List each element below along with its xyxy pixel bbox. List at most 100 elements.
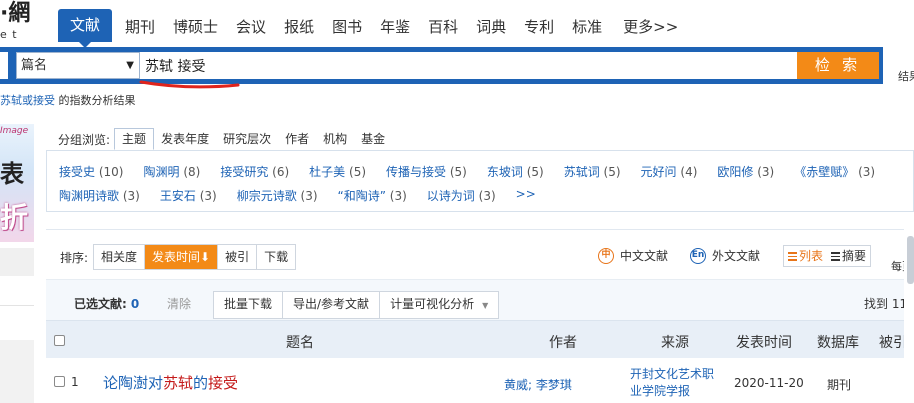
site-logo[interactable]: ·網 e t: [0, 0, 48, 44]
search-input[interactable]: [140, 52, 797, 79]
search-field-select[interactable]: 篇名 ▼: [16, 52, 140, 79]
list-icon: [788, 251, 797, 261]
nav-item-journal[interactable]: 期刊: [116, 12, 164, 42]
group-topics-box: 接受史 (10) 陶渊明 (8) 接受研究 (6) 杜子美 (5) 传播与接受 …: [46, 150, 914, 212]
column-database[interactable]: 数据库: [817, 332, 859, 352]
group-topic-item[interactable]: 欧阳修 (3): [717, 163, 774, 180]
row-source-link[interactable]: 开封文化艺术职 业学院学报: [630, 366, 714, 400]
nav-item-patent[interactable]: 专利: [515, 12, 563, 42]
group-browse-tabs: 分组浏览: 主题 发表年度 研究层次 作者 机构 基金: [58, 128, 392, 150]
chinese-icon: 中: [598, 247, 614, 264]
export-reference-button[interactable]: 导出/参考文献: [283, 292, 381, 318]
batch-buttons: 批量下载 导出/参考文献 计量可视化分析 ▼: [213, 291, 500, 319]
chevron-down-icon: ▼: [482, 301, 489, 310]
list-view-button[interactable]: 列表: [784, 246, 828, 266]
clear-selection-link[interactable]: 清除: [167, 295, 191, 312]
sort-label: 排序:: [60, 251, 89, 265]
abstract-icon: [831, 251, 841, 261]
group-topic-item[interactable]: “和陶诗” (3): [338, 187, 407, 204]
group-topic-item[interactable]: 接受史 (10): [59, 163, 123, 180]
group-topic-item[interactable]: 《赤壁赋》 (3): [794, 163, 875, 180]
sort-desc-icon: ⬇: [200, 250, 211, 264]
logo-text: ·網: [0, 1, 31, 26]
column-date[interactable]: 发表时间: [736, 332, 792, 352]
nav-item-encyclopedia[interactable]: 百科: [419, 12, 467, 42]
index-analysis-link[interactable]: 苏轼或接受 的指数分析结果: [0, 92, 136, 108]
selected-count: 已选文献: 0: [74, 297, 140, 311]
chinese-literature-label: 中文文献: [620, 249, 669, 263]
sort-toolbar: 排序: 相关度 发表时间⬇ 被引 下载 中 中文文献 En 外文文献 列表 摘要…: [46, 230, 914, 280]
row-checkbox[interactable]: [54, 376, 65, 387]
group-tab-level[interactable]: 研究层次: [216, 129, 278, 149]
nav-item-standard[interactable]: 标准: [563, 12, 611, 42]
row-number: 1: [71, 375, 79, 389]
sort-cited-button[interactable]: 被引: [218, 245, 258, 269]
database-nav: 文献 期刊 博硕士 会议 报纸 图书 年鉴 百科 词典 专利 标准 更多>>: [58, 8, 678, 48]
group-topic-row: 接受史 (10) 陶渊明 (8) 接受研究 (6) 杜子美 (5) 传播与接受 …: [59, 163, 895, 180]
row-title-link[interactable]: 论陶澍对苏轼的接受: [103, 372, 238, 393]
sort-download-button[interactable]: 下载: [257, 245, 296, 269]
column-author[interactable]: 作者: [549, 332, 577, 352]
abstract-view-button[interactable]: 摘要: [827, 246, 871, 266]
foreign-literature-button[interactable]: En 外文文献: [690, 247, 760, 264]
group-topic-item[interactable]: 传播与接受 (5): [386, 163, 467, 180]
group-tab-year[interactable]: 发表年度: [154, 129, 216, 149]
search-left-box[interactable]: [0, 52, 8, 79]
nav-item-yearbook[interactable]: 年鉴: [371, 12, 419, 42]
group-browse-label: 分组浏览:: [58, 132, 111, 147]
sort-date-button[interactable]: 发表时间⬇: [145, 245, 219, 269]
group-topic-item[interactable]: 王安石 (3): [160, 187, 217, 204]
column-title[interactable]: 题名: [286, 332, 314, 352]
group-topic-item[interactable]: 陶渊明 (8): [143, 163, 200, 180]
group-topic-item[interactable]: 柳宗元诗歌 (3): [237, 187, 318, 204]
select-all-checkbox[interactable]: [54, 335, 65, 346]
visual-analysis-button[interactable]: 计量可视化分析 ▼: [380, 292, 498, 318]
group-more-link[interactable]: >>: [516, 187, 536, 204]
group-topic-row: 陶渊明诗歌 (3) 王安石 (3) 柳宗元诗歌 (3) “和陶诗” (3) 以诗…: [59, 187, 556, 204]
search-bar: 篇名 ▼ 检 索: [0, 47, 883, 84]
row-authors[interactable]: 黄威; 李梦琪: [504, 376, 572, 393]
row-database: 期刊: [827, 378, 852, 392]
group-topic-item[interactable]: 杜子美 (5): [309, 163, 366, 180]
group-tab-institution[interactable]: 机构: [316, 129, 354, 149]
batch-download-button[interactable]: 批量下载: [214, 292, 284, 318]
nav-more-link[interactable]: 更多>>: [611, 12, 678, 42]
group-topic-item[interactable]: 东坡词 (5): [487, 163, 544, 180]
dropdown-arrow-icon: ▼: [126, 60, 134, 71]
nav-item-conference[interactable]: 会议: [227, 12, 275, 42]
search-field-value: 篇名: [21, 58, 48, 73]
group-topic-item[interactable]: 苏轼词 (5): [564, 163, 621, 180]
banner-char-1: 表: [0, 160, 24, 188]
sort-options: 相关度 发表时间⬇ 被引 下载: [93, 244, 297, 270]
sort-relevance-button[interactable]: 相关度: [94, 245, 146, 269]
scrollbar-thumb[interactable]: [907, 236, 914, 284]
column-source[interactable]: 来源: [661, 332, 689, 352]
chinese-literature-button[interactable]: 中 中文文献: [598, 247, 668, 264]
results-panel: 排序: 相关度 发表时间⬇ 被引 下载 中 中文文献 En 外文文献 列表 摘要…: [46, 229, 914, 403]
group-topic-item[interactable]: 接受研究 (6): [220, 163, 289, 180]
group-topic-item[interactable]: 元好问 (4): [641, 163, 698, 180]
banner-char-2: 折: [0, 201, 29, 234]
nav-item-newspaper[interactable]: 报纸: [275, 12, 323, 42]
nav-item-dictionary[interactable]: 词典: [467, 12, 515, 42]
group-topic-item[interactable]: 以诗为词 (3): [427, 187, 496, 204]
english-icon: En: [690, 247, 706, 264]
nav-item-book[interactable]: 图书: [323, 12, 371, 42]
group-tab-fund[interactable]: 基金: [354, 129, 392, 149]
left-panel-strip: [0, 340, 34, 403]
column-cited[interactable]: 被引: [879, 332, 907, 352]
group-tab-topic[interactable]: 主题: [114, 128, 155, 150]
left-ad-banner[interactable]: Image 表 折: [0, 124, 34, 242]
index-keyword[interactable]: 苏轼或接受: [0, 94, 55, 107]
search-edge-link[interactable]: 结果: [898, 68, 914, 84]
logo-subtext: e t: [0, 28, 18, 41]
table-row: 1 论陶澍对苏轼的接受 黄威; 李梦琪 开封文化艺术职 业学院学报 2020-11…: [46, 358, 914, 403]
view-toggle: 列表 摘要: [783, 245, 872, 267]
group-topic-item[interactable]: 陶渊明诗歌 (3): [59, 187, 140, 204]
nav-item-thesis[interactable]: 博硕士: [164, 12, 227, 42]
search-button[interactable]: 检 索: [797, 52, 879, 79]
foreign-literature-label: 外文文献: [712, 249, 761, 263]
nav-item-literature[interactable]: 文献: [58, 9, 113, 48]
group-tab-author[interactable]: 作者: [278, 129, 316, 149]
red-underline-annotation: [139, 80, 240, 89]
